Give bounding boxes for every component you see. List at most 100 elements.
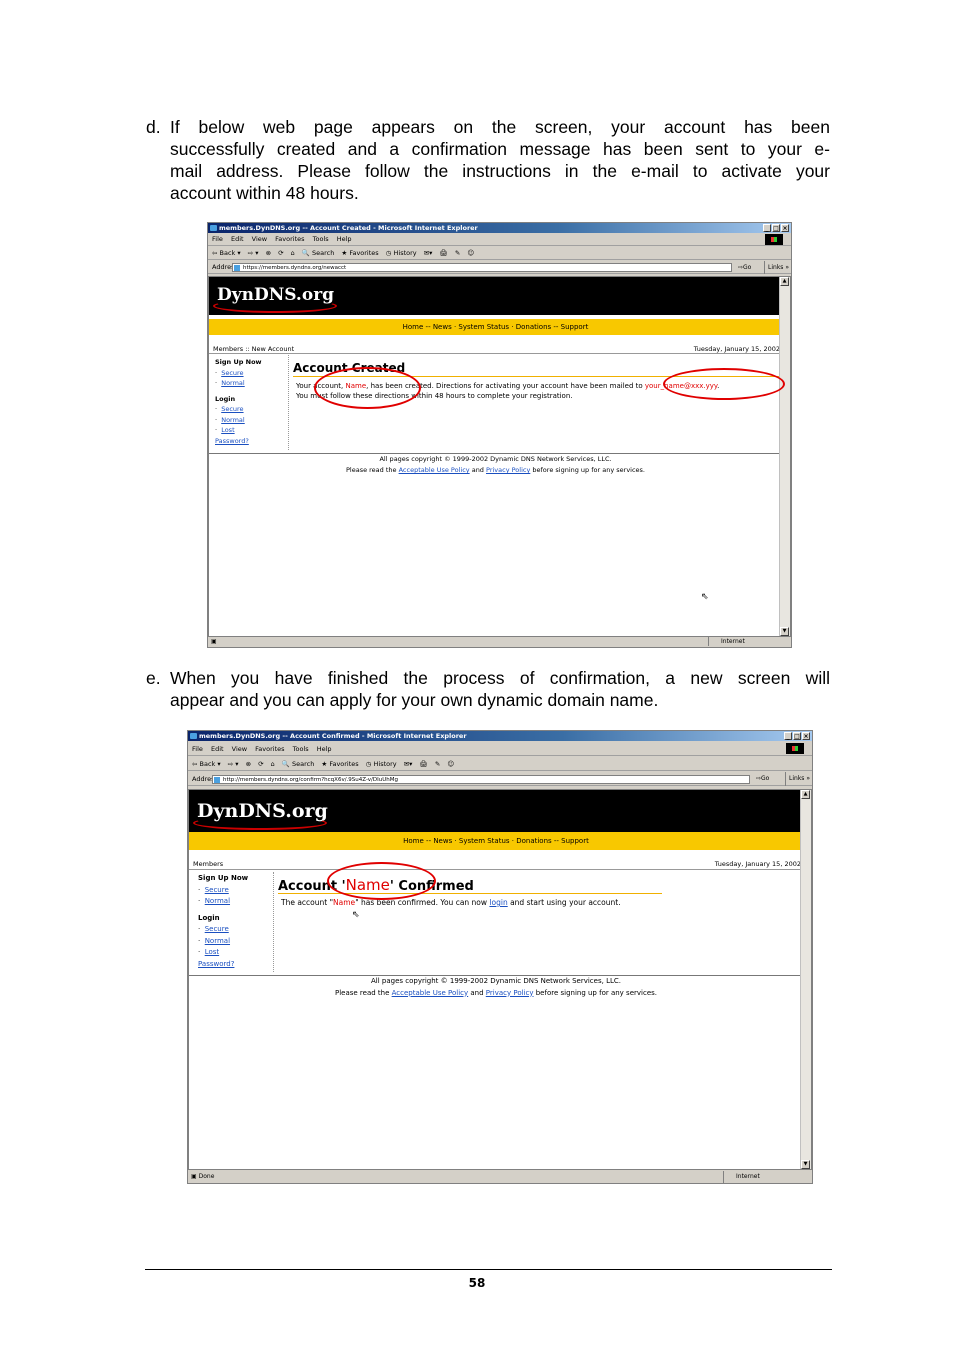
signup-normal-link[interactable]: Normal xyxy=(205,897,230,905)
browser-window-account-confirmed: members.DynDNS.org -- Account Confirmed … xyxy=(187,730,813,1184)
messenger-icon[interactable]: ☺ xyxy=(467,249,474,257)
status-bar: ▣ Internet xyxy=(208,637,791,646)
go-button[interactable]: ⇨Go xyxy=(738,261,751,274)
login-secure-link[interactable]: Secure xyxy=(205,925,229,933)
close-icon[interactable]: × xyxy=(802,732,810,740)
search-button[interactable]: 🔍 Search xyxy=(302,249,335,257)
menu-bar: File Edit View Favorites Tools Help xyxy=(208,233,791,246)
menu-tools[interactable]: Tools xyxy=(293,745,309,753)
status-bar: ▣ Done Internet xyxy=(188,1171,812,1183)
address-bar: Address https://members.dyndns.org/newac… xyxy=(208,261,791,274)
aup-link[interactable]: Acceptable Use Policy xyxy=(399,466,470,474)
ie-icon xyxy=(210,225,217,231)
home-icon[interactable]: ⌂ xyxy=(271,760,275,768)
back-button[interactable]: ⇦ Back ▾ xyxy=(192,760,221,768)
menu-file[interactable]: File xyxy=(212,235,223,243)
breadcrumb-text[interactable]: Members :: New Account xyxy=(209,345,294,353)
lost-link[interactable]: Lost xyxy=(205,948,219,956)
favorites-button[interactable]: ★ Favorites xyxy=(341,249,378,257)
minimize-icon[interactable]: _ xyxy=(784,732,792,740)
lost-link[interactable]: Lost xyxy=(221,426,234,434)
privacy-link[interactable]: Privacy Policy xyxy=(486,466,530,474)
vertical-scrollbar[interactable]: ▲ ▼ xyxy=(800,790,811,1169)
privacy-link[interactable]: Privacy Policy xyxy=(486,989,534,997)
zone-text: Internet xyxy=(721,638,745,645)
favorites-button[interactable]: ★ Favorites xyxy=(321,760,358,768)
refresh-icon[interactable]: ⟳ xyxy=(278,249,283,257)
stop-icon[interactable]: ⊗ xyxy=(246,760,251,768)
windows-logo-icon xyxy=(786,743,804,754)
links-button[interactable]: Links » xyxy=(785,772,810,786)
print-icon[interactable]: 🖨 xyxy=(440,249,448,257)
history-button[interactable]: ◷ History xyxy=(386,249,417,257)
address-field[interactable]: http://members.dyndns.org/confirm?hcqX6v… xyxy=(212,775,750,784)
login-normal-link[interactable]: Normal xyxy=(205,937,230,945)
maximize-icon[interactable]: □ xyxy=(793,732,801,740)
forward-button[interactable]: ⇨ ▾ xyxy=(228,760,239,768)
close-icon[interactable]: × xyxy=(781,224,789,232)
forward-button[interactable]: ⇨ ▾ xyxy=(248,249,259,257)
address-bar: Address http://members.dyndns.org/confir… xyxy=(188,772,812,786)
aup-link[interactable]: Acceptable Use Policy xyxy=(392,989,469,997)
back-button[interactable]: ⇦ Back ▾ xyxy=(212,249,241,257)
step-e-label: e. xyxy=(146,668,161,688)
status-text: Done xyxy=(198,1173,215,1180)
menu-edit[interactable]: Edit xyxy=(211,745,224,753)
site-nav[interactable]: Home -- News · System Status · Donations… xyxy=(209,319,782,335)
date-text: Tuesday, January 15, 2002 xyxy=(714,860,801,868)
site-header: DynDNS.org xyxy=(189,790,803,832)
login-secure-link[interactable]: Secure xyxy=(221,405,243,413)
menu-help[interactable]: Help xyxy=(337,235,352,243)
edit-icon[interactable]: ✎ xyxy=(435,760,440,768)
vertical-scrollbar[interactable]: ▲ ▼ xyxy=(779,277,790,636)
browser-window-account-created: members.DynDNS.org -- Account Created - … xyxy=(207,222,792,648)
copyright-text: All pages copyright © 1999-2002 Dynamic … xyxy=(379,455,612,463)
menu-help[interactable]: Help xyxy=(317,745,332,753)
history-button[interactable]: ◷ History xyxy=(366,760,397,768)
step-d-line: successfully created and a confirmation … xyxy=(170,139,830,159)
login-normal-link[interactable]: Normal xyxy=(221,416,245,424)
stop-icon[interactable]: ⊗ xyxy=(266,249,271,257)
links-button[interactable]: Links » xyxy=(764,261,789,274)
login-heading: Login xyxy=(215,394,236,403)
step-d-line: If below web page appears on the screen,… xyxy=(170,117,830,137)
site-nav-links[interactable]: Home -- News · System Status · Donations… xyxy=(403,837,589,845)
menu-favorites[interactable]: Favorites xyxy=(275,235,304,243)
login-link[interactable]: login xyxy=(489,898,507,907)
password-link[interactable]: Password? xyxy=(198,960,234,968)
menu-tools[interactable]: Tools xyxy=(313,235,329,243)
highlight-oval-email xyxy=(663,368,785,400)
refresh-icon[interactable]: ⟳ xyxy=(258,760,263,768)
edit-icon[interactable]: ✎ xyxy=(455,249,460,257)
site-nav-links[interactable]: Home -- News · System Status · Donations… xyxy=(403,323,589,331)
home-icon[interactable]: ⌂ xyxy=(291,249,295,257)
site-nav[interactable]: Home -- News · System Status · Donations… xyxy=(189,832,803,850)
search-button[interactable]: 🔍 Search xyxy=(282,760,315,768)
step-d-label: d. xyxy=(146,117,161,137)
menu-view[interactable]: View xyxy=(232,745,247,753)
password-link[interactable]: Password? xyxy=(215,437,249,445)
signup-secure-link[interactable]: Secure xyxy=(205,886,229,894)
signup-normal-link[interactable]: Normal xyxy=(221,379,245,387)
signup-secure-link[interactable]: Secure xyxy=(221,369,243,377)
menu-view[interactable]: View xyxy=(252,235,267,243)
page-icon xyxy=(214,777,220,783)
maximize-icon[interactable]: □ xyxy=(772,224,780,232)
mail-icon[interactable]: ✉▾ xyxy=(404,760,413,768)
highlight-oval-name xyxy=(327,862,436,900)
breadcrumb: Members Tuesday, January 15, 2002 xyxy=(189,858,803,870)
menu-favorites[interactable]: Favorites xyxy=(255,745,284,753)
status-icon: ▣ xyxy=(211,638,217,645)
menu-edit[interactable]: Edit xyxy=(231,235,244,243)
go-button[interactable]: ⇨Go xyxy=(756,772,769,786)
site-header: DynDNS.org xyxy=(209,277,782,315)
address-field[interactable]: https://members.dyndns.org/newacct xyxy=(232,263,732,272)
menu-file[interactable]: File xyxy=(192,745,203,753)
mail-icon[interactable]: ✉▾ xyxy=(424,249,433,257)
url-text: https://members.dyndns.org/newacct xyxy=(243,265,347,271)
page-icon xyxy=(234,265,240,271)
minimize-icon[interactable]: _ xyxy=(763,224,771,232)
messenger-icon[interactable]: ☺ xyxy=(447,760,454,768)
step-e-line: appear and you can apply for your own dy… xyxy=(170,690,659,710)
print-icon[interactable]: 🖨 xyxy=(420,760,428,768)
